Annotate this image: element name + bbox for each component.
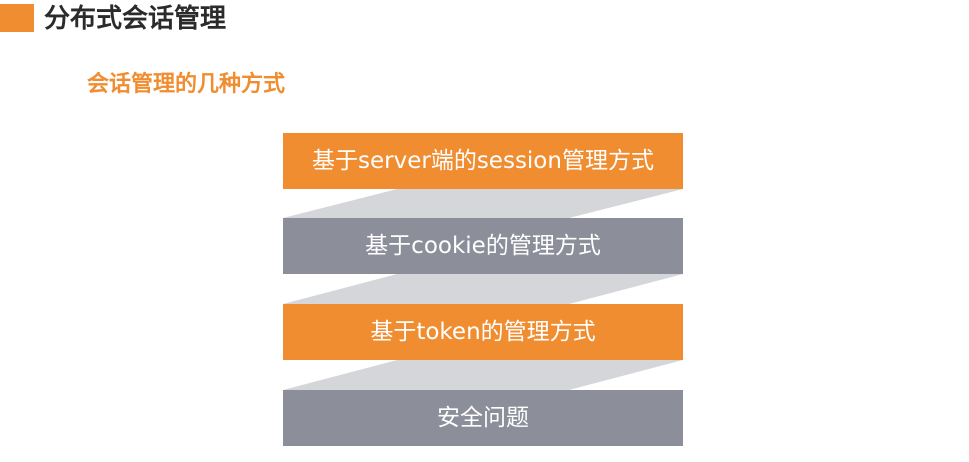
connector-band-3 [283, 360, 683, 390]
diagram-block-1: 基于server端的session管理方式 [283, 133, 683, 189]
diagram-block-2: 基于cookie的管理方式 [283, 218, 683, 274]
diagram-block-4: 安全问题 [283, 390, 683, 446]
connector-band-2 [283, 274, 683, 304]
diagram-block-3: 基于token的管理方式 [283, 304, 683, 360]
connector-band-1 [283, 189, 683, 218]
title-accent-marker [0, 4, 34, 32]
section-subtitle: 会话管理的几种方式 [87, 72, 286, 97]
page-title: 分布式会话管理 [44, 4, 227, 34]
